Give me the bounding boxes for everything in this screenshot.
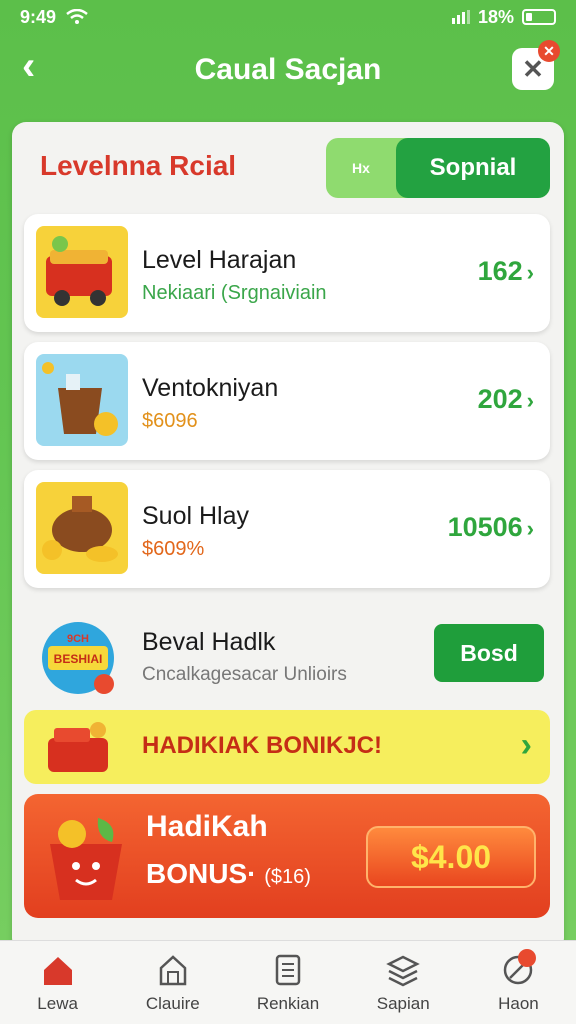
nav-item-list[interactable]: Renkian (230, 941, 345, 1024)
drink-cup-icon (36, 354, 128, 446)
chevron-right-icon: › (526, 516, 534, 541)
chevron-right-icon: › (526, 388, 534, 413)
badge-text-top: 9CH (67, 633, 89, 645)
card-name: Suol Hlay (142, 502, 249, 530)
fruit-cup-icon (50, 818, 122, 900)
banner-text: HADIKIAK BONIKJC! (142, 732, 382, 759)
card-value: 10506 › (447, 512, 534, 542)
register-icon (48, 722, 108, 772)
nav-label: Renkian (256, 993, 320, 1013)
bonus-banner-red[interactable]: HadiKah BONUS· ($16) $4.00 (24, 794, 550, 918)
card-subtitle: Cncalkagesacar Unlioirs (142, 664, 347, 685)
status-time: 9:49 (20, 6, 57, 27)
nav-item-profile[interactable]: Haon (461, 941, 576, 1024)
wifi-icon (66, 9, 88, 24)
nav-item-store[interactable]: Clauire (115, 941, 230, 1024)
level-card-2[interactable]: Ventokniyan $6096 202 › (24, 342, 550, 460)
nav-label: Haon (498, 993, 539, 1013)
bonus-amount-button[interactable]: $4.00 (366, 826, 536, 888)
toggle-option-b[interactable]: Sopnial (396, 138, 550, 198)
list-icon (275, 954, 301, 985)
pot-coins-icon (36, 482, 128, 574)
card-name: Ventokniyan (142, 374, 279, 402)
card-subtitle: $6096 (142, 410, 198, 432)
badge-text-bottom: BESHIAI (54, 652, 103, 666)
close-button[interactable]: ✕ ✕ (512, 40, 560, 90)
view-toggle[interactable]: Hx Sopnial (326, 138, 550, 198)
chevron-right-icon: › (520, 726, 532, 764)
nav-label: Sapian (376, 993, 430, 1013)
home-icon (43, 956, 72, 985)
bonus-banner-yellow[interactable]: HADIKIAK BONIKJC! › (24, 710, 550, 784)
card-subtitle: $609% (142, 538, 205, 560)
status-bar: 9:49 18% (0, 0, 576, 34)
store-icon (159, 954, 187, 985)
panel-title: Levelnna Rcial (40, 150, 237, 181)
notification-dot (518, 949, 537, 967)
banner-subtitle: BONUS· ($16) (146, 858, 311, 889)
claim-button[interactable]: Bosd (434, 624, 544, 682)
battery-icon (522, 9, 556, 25)
page-title: Caual Sacjan (194, 53, 382, 86)
card-name: Beval Hadlk (142, 628, 276, 656)
stack-icon (386, 955, 420, 986)
app-header: ‹ Caual Sacjan ✕ ✕ (0, 34, 576, 106)
badge-icon: 9CH BESHIAI (42, 622, 114, 694)
card-value: 162 › (477, 256, 534, 286)
level-card-3[interactable]: Suol Hlay $609% 10506 › (24, 470, 550, 588)
signal-icon (451, 10, 470, 24)
toggle-option-a[interactable]: Hx (326, 160, 396, 176)
nav-item-home[interactable]: Lewa (0, 941, 115, 1024)
nav-label: Lewa (37, 993, 78, 1013)
level-card-1[interactable]: Level Harajan Nekiaari (Srgnaiviain 162 › (24, 214, 550, 332)
nav-label: Clauire (145, 993, 200, 1013)
notification-dot: ✕ (538, 40, 560, 62)
panel-header: Levelnna Rcial Hx Sopnial (12, 122, 564, 210)
chevron-right-icon: › (526, 260, 534, 285)
chest-icon (36, 226, 128, 318)
battery-percent: 18% (477, 6, 514, 27)
card-subtitle: Nekiaari (Srgnaiviain (142, 282, 327, 304)
bonus-card: 9CH BESHIAI Beval Hadlk Cncalkagesacar U… (24, 600, 550, 700)
main-panel: Levelnna Rcial Hx Sopnial Level Harajan … (12, 122, 564, 952)
nav-item-stack[interactable]: Sapian (346, 941, 461, 1024)
card-value: 202 › (477, 384, 534, 414)
bottom-nav: Lewa Clauire Renkian Sapian Haon (0, 940, 576, 1024)
card-name: Level Harajan (142, 246, 297, 274)
banner-title: HadiKah (146, 810, 268, 843)
back-button[interactable]: ‹ (22, 46, 62, 88)
